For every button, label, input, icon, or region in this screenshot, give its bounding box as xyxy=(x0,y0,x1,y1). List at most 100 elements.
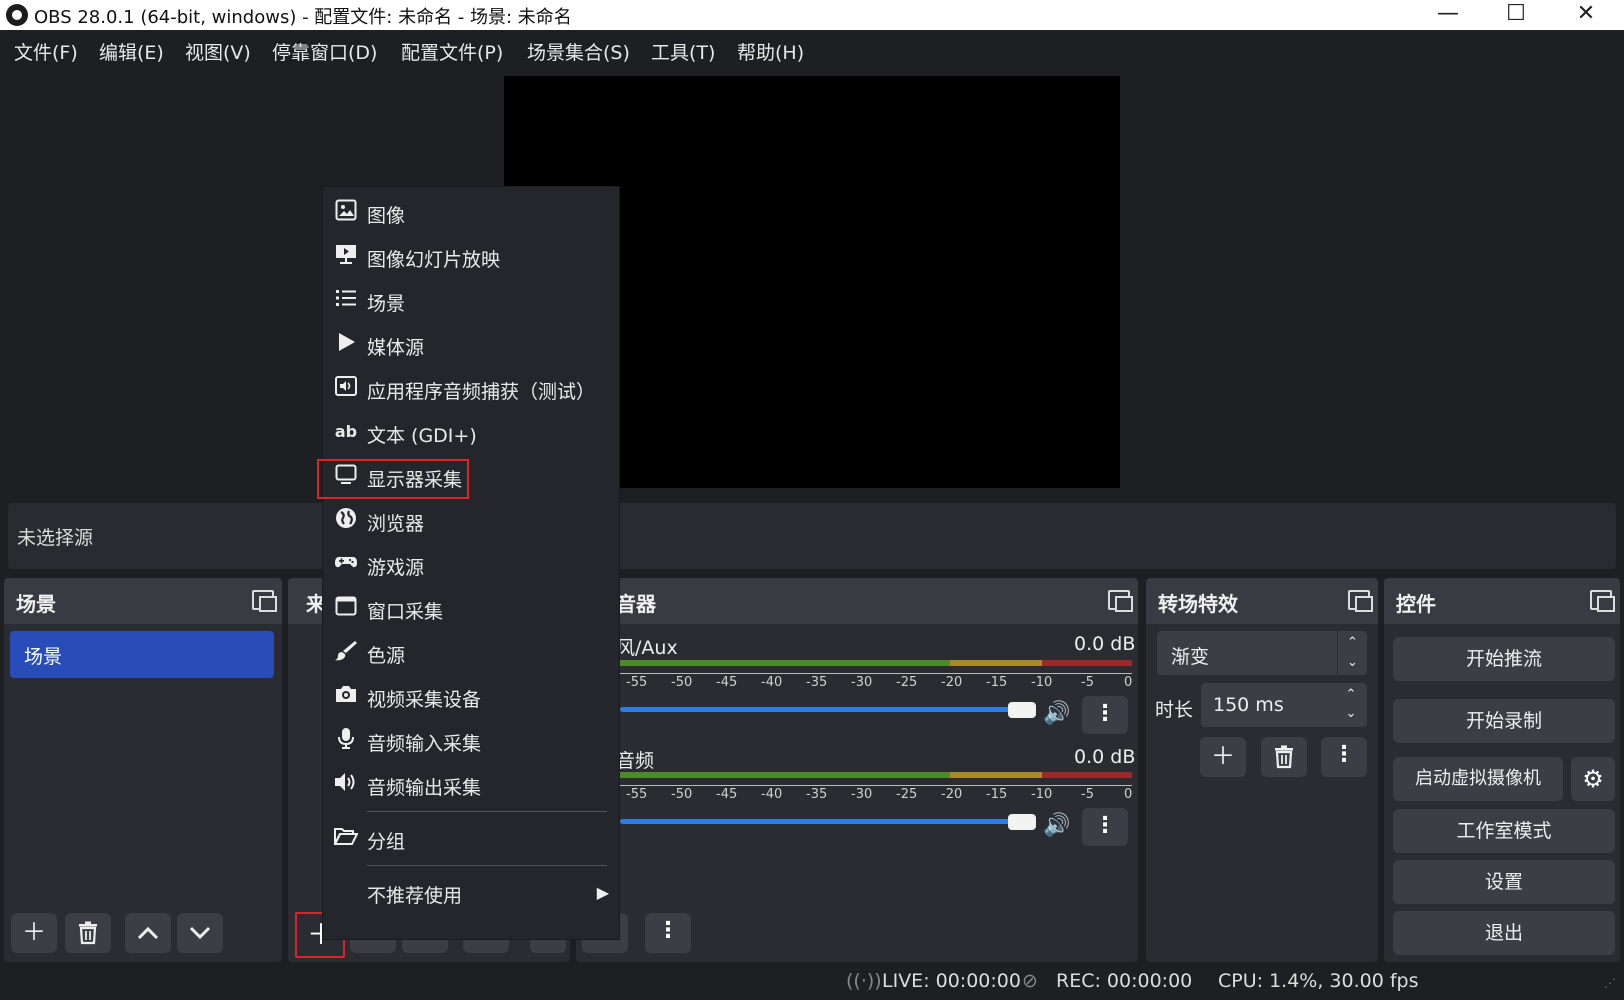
menu-scene-collection[interactable]: 场景集合(S) xyxy=(527,38,630,65)
transition-select-value: 渐变 xyxy=(1171,646,1210,668)
exit-button[interactable]: 退出 xyxy=(1393,911,1615,955)
remove-transition-button[interactable] xyxy=(1261,737,1307,777)
menu-view[interactable]: 视图(V) xyxy=(185,38,251,65)
app-audio-icon xyxy=(333,375,359,401)
start-virtual-camera-button[interactable]: 启动虚拟摄像机 xyxy=(1393,757,1563,801)
tick-label: -15 xyxy=(986,787,1008,802)
menu-edit[interactable]: 编辑(E) xyxy=(99,38,164,65)
close-button[interactable]: ✕ xyxy=(1556,0,1616,30)
tick-label: 0 xyxy=(1124,675,1133,690)
menu-item-label: 分组 xyxy=(367,831,406,853)
mixer-dock-header: 音器 xyxy=(576,578,1138,624)
undock-icon[interactable] xyxy=(1590,590,1615,612)
scene-list-item[interactable]: 场景 xyxy=(10,631,274,678)
menu-item-audio-input-capture[interactable]: 音频输入采集 xyxy=(323,721,621,761)
camera-icon xyxy=(333,683,359,709)
menu-item-deprecated[interactable]: 不推荐使用 ▶ xyxy=(323,873,621,913)
menu-divider xyxy=(367,811,607,812)
tick-label: -55 xyxy=(626,675,648,690)
cpu-fps: CPU: 1.4%, 30.00 fps xyxy=(1218,970,1419,992)
undock-icon[interactable] xyxy=(1348,590,1373,612)
mixer-menu-button[interactable]: ⋮ xyxy=(645,913,691,953)
undock-icon[interactable] xyxy=(1108,590,1133,612)
undock-icon[interactable] xyxy=(252,590,277,612)
menu-item-image-slideshow[interactable]: 图像幻灯片放映 xyxy=(323,237,621,277)
rec-timer: REC: 00:00:00 xyxy=(1056,970,1193,992)
status-bar: ((·)) LIVE: 00:00:00 ⊘ REC: 00:00:00 CPU… xyxy=(0,966,1624,1000)
menu-item-image[interactable]: 图像 xyxy=(323,193,621,233)
menu-item-label: 视频采集设备 xyxy=(367,689,482,711)
tick-label: -50 xyxy=(671,675,693,690)
tick-label: -50 xyxy=(671,787,693,802)
tick-label: -30 xyxy=(851,787,873,802)
volume-slider-handle[interactable] xyxy=(1008,702,1036,718)
menu-item-text-gdi[interactable]: ab 文本 (GDI+) xyxy=(323,413,621,453)
tick-label: -40 xyxy=(761,675,783,690)
display-capture-highlight xyxy=(317,459,469,499)
speaker-icon[interactable]: 🔊 xyxy=(1043,701,1073,727)
menu-item-video-capture-device[interactable]: 视频采集设备 xyxy=(323,677,621,717)
remove-scene-button[interactable] xyxy=(65,913,111,953)
menu-item-label: 音频输入采集 xyxy=(367,733,482,755)
menu-item-media-source[interactable]: 媒体源 xyxy=(323,325,621,365)
volume-slider[interactable] xyxy=(620,707,1020,712)
move-scene-down-button[interactable] xyxy=(177,913,223,953)
volume-slider-handle[interactable] xyxy=(1008,814,1036,830)
spin-arrows-icon[interactable]: ⌃ ⌄ xyxy=(1341,685,1361,723)
duration-spinbox[interactable]: 150 ms ⌃ ⌄ xyxy=(1201,683,1367,727)
channel-menu-button[interactable]: ⋮ xyxy=(1082,696,1128,734)
tick-label: -45 xyxy=(716,675,738,690)
settings-button[interactable]: 设置 xyxy=(1393,860,1615,904)
speaker-icon[interactable]: 🔊 xyxy=(1043,813,1073,839)
window-title: OBS 28.0.1 (64-bit, windows) - 配置文件: 未命名… xyxy=(34,7,572,28)
tick-label: -20 xyxy=(941,675,963,690)
globe-icon xyxy=(333,507,359,533)
record-disabled-icon: ⊘ xyxy=(1022,970,1038,992)
menu-item-label: 媒体源 xyxy=(367,337,425,359)
menu-help[interactable]: 帮助(H) xyxy=(737,38,804,65)
menu-item-color-source[interactable]: 色源 xyxy=(323,633,621,673)
add-transition-button[interactable]: ＋ xyxy=(1200,737,1246,777)
menu-item-label: 音频输出采集 xyxy=(367,777,482,799)
minimize-button[interactable]: — xyxy=(1418,0,1478,30)
menu-item-game-source[interactable]: 游戏源 xyxy=(323,545,621,585)
menu-docks[interactable]: 停靠窗口(D) xyxy=(272,38,377,65)
transitions-dock-header: 转场特效 xyxy=(1146,578,1378,624)
volume-meter xyxy=(620,772,1132,778)
menu-item-scene[interactable]: 场景 xyxy=(323,281,621,321)
transition-select[interactable]: 渐变 ⌃ ⌄ xyxy=(1157,631,1367,675)
menu-item-window-capture[interactable]: 窗口采集 xyxy=(323,589,621,629)
virtual-camera-settings-gear-icon[interactable]: ⚙ xyxy=(1571,757,1615,801)
menu-item-group[interactable]: 分组 xyxy=(323,819,621,859)
microphone-icon xyxy=(333,727,359,753)
tick-label: 0 xyxy=(1124,787,1133,802)
menu-item-audio-output-capture[interactable]: 音频输出采集 xyxy=(323,765,621,805)
maximize-button[interactable]: ☐ xyxy=(1486,0,1546,30)
gamepad-icon xyxy=(333,551,359,577)
move-scene-up-button[interactable] xyxy=(125,913,171,953)
start-streaming-button[interactable]: 开始推流 xyxy=(1393,637,1615,681)
tick-label: -15 xyxy=(986,675,1008,690)
tick-label: -25 xyxy=(896,787,918,802)
menu-item-browser[interactable]: 浏览器 xyxy=(323,501,621,541)
add-source-context-menu: 图像 图像幻灯片放映 场景 媒体源 应用程序音频捕获（测试） ab 文本 (GD… xyxy=(317,186,621,940)
studio-mode-button[interactable]: 工作室模式 xyxy=(1393,809,1615,853)
slideshow-icon xyxy=(333,243,359,269)
menu-profile[interactable]: 配置文件(P) xyxy=(401,38,503,65)
menu-divider xyxy=(367,865,607,866)
menu-item-app-audio-capture[interactable]: 应用程序音频捕获（测试） xyxy=(323,369,621,409)
resize-grip-icon[interactable]: ⋰ xyxy=(1604,976,1616,990)
mixer-channel-db: 0.0 dB xyxy=(1074,746,1136,768)
transition-menu-button[interactable]: ⋮ xyxy=(1321,737,1367,777)
volume-meter xyxy=(620,660,1132,666)
channel-menu-button[interactable]: ⋮ xyxy=(1082,808,1128,846)
start-recording-button[interactable]: 开始录制 xyxy=(1393,699,1615,743)
add-scene-button[interactable]: ＋ xyxy=(11,913,57,953)
mixer-channel-db: 0.0 dB xyxy=(1074,633,1136,655)
menu-file[interactable]: 文件(F) xyxy=(14,38,78,65)
meter-scale xyxy=(620,667,1132,674)
volume-slider[interactable] xyxy=(620,819,1020,824)
tick-label: -45 xyxy=(716,787,738,802)
menu-tools[interactable]: 工具(T) xyxy=(651,38,715,65)
image-icon xyxy=(333,199,359,225)
